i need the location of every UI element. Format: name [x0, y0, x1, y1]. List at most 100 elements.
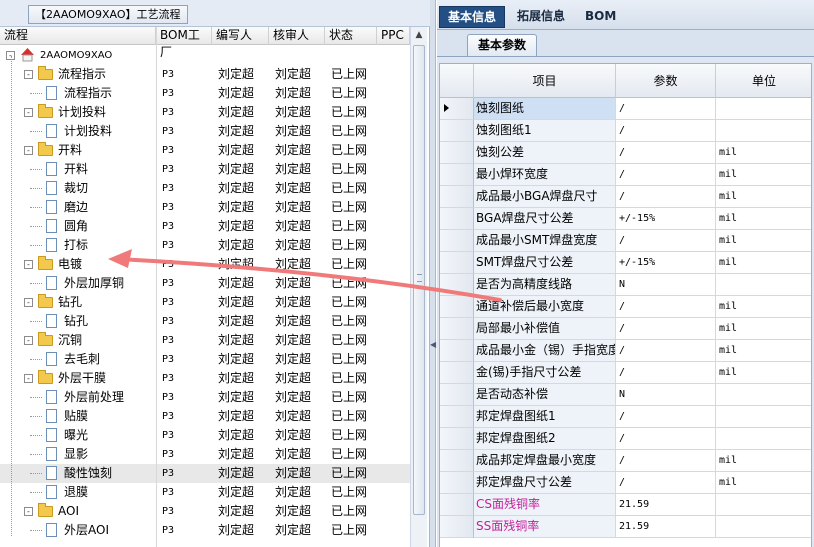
- tree-node[interactable]: - 钻孔: [0, 293, 156, 312]
- collapse-toggle-icon[interactable]: -: [24, 507, 33, 516]
- column-header-process[interactable]: 流程: [0, 27, 156, 45]
- param-unit-cell[interactable]: [716, 406, 811, 428]
- row-header[interactable]: [440, 450, 474, 472]
- tree-row[interactable]: 钻孔 P3 刘定超 刘定超 已上网: [0, 312, 410, 331]
- param-row[interactable]: 蚀刻图纸 /: [440, 98, 811, 120]
- tree-node[interactable]: 外层AOI: [0, 521, 156, 540]
- tree-row[interactable]: - AOI P3 刘定超 刘定超 已上网: [0, 502, 410, 521]
- param-unit-cell[interactable]: mil: [716, 230, 811, 252]
- row-header[interactable]: [440, 164, 474, 186]
- param-value-cell[interactable]: /: [616, 450, 716, 472]
- tree-row[interactable]: 开料 P3 刘定超 刘定超 已上网: [0, 160, 410, 179]
- param-row[interactable]: 邦定焊盘图纸1/: [440, 406, 811, 428]
- tree-node[interactable]: - 沉铜: [0, 331, 156, 350]
- tree-node[interactable]: 去毛刺: [0, 350, 156, 369]
- row-header[interactable]: [440, 362, 474, 384]
- row-header[interactable]: [440, 252, 474, 274]
- tree-row[interactable]: 外层前处理 P3 刘定超 刘定超 已上网: [0, 388, 410, 407]
- tree-row[interactable]: - 流程指示 P3 刘定超 刘定超 已上网: [0, 65, 410, 84]
- param-unit-cell[interactable]: mil: [716, 472, 811, 494]
- param-unit-cell[interactable]: [716, 494, 811, 516]
- row-header[interactable]: [440, 120, 474, 142]
- tree-row[interactable]: - 计划投料 P3 刘定超 刘定超 已上网: [0, 103, 410, 122]
- param-value-cell[interactable]: /: [616, 186, 716, 208]
- row-header[interactable]: [440, 494, 474, 516]
- collapse-toggle-icon[interactable]: -: [24, 298, 33, 307]
- row-header[interactable]: [440, 296, 474, 318]
- collapse-toggle-icon[interactable]: -: [24, 108, 33, 117]
- column-header-status[interactable]: 状态: [325, 27, 377, 45]
- param-value-cell[interactable]: 21.59: [616, 516, 716, 538]
- param-row[interactable]: SMT焊盘尺寸公差 +/-15% mil: [440, 252, 811, 274]
- row-header[interactable]: [440, 384, 474, 406]
- tree-row[interactable]: 退膜 P3 刘定超 刘定超 已上网: [0, 483, 410, 502]
- tree-node[interactable]: 显影: [0, 445, 156, 464]
- tree-row[interactable]: 圆角 P3 刘定超 刘定超 已上网: [0, 217, 410, 236]
- param-value-cell[interactable]: /: [616, 98, 716, 120]
- tree-row[interactable]: 显影 P3 刘定超 刘定超 已上网: [0, 445, 410, 464]
- param-row[interactable]: 金(锡)手指尺寸公差 / mil: [440, 362, 811, 384]
- tree-node[interactable]: - AOI: [0, 502, 156, 521]
- tree-node[interactable]: 酸性蚀刻: [0, 464, 156, 483]
- param-value-cell[interactable]: /: [616, 164, 716, 186]
- param-row[interactable]: 蚀刻图纸1/: [440, 120, 811, 142]
- param-unit-cell[interactable]: mil: [716, 318, 811, 340]
- param-unit-cell[interactable]: mil: [716, 142, 811, 164]
- tree-row[interactable]: 计划投料 P3 刘定超 刘定超 已上网: [0, 122, 410, 141]
- column-header-reviewer[interactable]: 核审人: [269, 27, 325, 45]
- tree-row[interactable]: - 开料 P3 刘定超 刘定超 已上网: [0, 141, 410, 160]
- tree-row[interactable]: 去毛刺 P3 刘定超 刘定超 已上网: [0, 350, 410, 369]
- param-unit-cell[interactable]: mil: [716, 296, 811, 318]
- param-row[interactable]: 成品最小SMT焊盘宽度 / mil: [440, 230, 811, 252]
- tree-node[interactable]: 贴膜: [0, 407, 156, 426]
- param-unit-cell[interactable]: [716, 120, 811, 142]
- row-header[interactable]: [440, 98, 474, 120]
- tree-node[interactable]: 打标: [0, 236, 156, 255]
- row-header[interactable]: [440, 340, 474, 362]
- column-header-ppc[interactable]: PPC: [377, 27, 410, 45]
- param-unit-cell[interactable]: [716, 516, 811, 538]
- row-header[interactable]: [440, 428, 474, 450]
- tree-node[interactable]: 圆角: [0, 217, 156, 236]
- tree-row[interactable]: 酸性蚀刻 P3 刘定超 刘定超 已上网: [0, 464, 410, 483]
- tree-node[interactable]: - 外层干膜: [0, 369, 156, 388]
- panel-splitter[interactable]: ◀: [430, 0, 436, 547]
- row-header[interactable]: [440, 142, 474, 164]
- tree-row[interactable]: - 电镀 P3 刘定超 刘定超 已上网: [0, 255, 410, 274]
- row-header[interactable]: [440, 406, 474, 428]
- param-row[interactable]: 局部最小补偿值 / mil: [440, 318, 811, 340]
- param-row[interactable]: 成品最小BGA焊盘尺寸 / mil: [440, 186, 811, 208]
- param-row[interactable]: 邦定焊盘图纸2/: [440, 428, 811, 450]
- tree-row[interactable]: - 钻孔 P3 刘定超 刘定超 已上网: [0, 293, 410, 312]
- param-row[interactable]: BGA焊盘尺寸公差 +/-15% mil: [440, 208, 811, 230]
- collapse-toggle-icon[interactable]: -: [24, 70, 33, 79]
- tree-node[interactable]: - 流程指示: [0, 65, 156, 84]
- tree-node[interactable]: 开料: [0, 160, 156, 179]
- tree-node[interactable]: 磨边: [0, 198, 156, 217]
- param-unit-cell[interactable]: [716, 98, 811, 120]
- column-header-bom-factory[interactable]: BOM工厂: [156, 27, 212, 59]
- column-header-writer[interactable]: 编写人: [212, 27, 269, 45]
- tree-row[interactable]: 打标 P3 刘定超 刘定超 已上网: [0, 236, 410, 255]
- param-row[interactable]: 邦定焊盘尺寸公差 / mil: [440, 472, 811, 494]
- param-row[interactable]: 是否为高精度线路 N: [440, 274, 811, 296]
- tree-row[interactable]: 裁切 P3 刘定超 刘定超 已上网: [0, 179, 410, 198]
- collapse-toggle-icon[interactable]: -: [24, 374, 33, 383]
- row-header[interactable]: [440, 186, 474, 208]
- tree-node[interactable]: 外层加厚铜: [0, 274, 156, 293]
- collapse-toggle-icon[interactable]: -: [24, 146, 33, 155]
- tree-node[interactable]: - 开料: [0, 141, 156, 160]
- row-header[interactable]: [440, 230, 474, 252]
- column-header-unit[interactable]: 单位: [716, 64, 811, 98]
- tree-node[interactable]: 钻孔: [0, 312, 156, 331]
- param-row[interactable]: 成品最小金（锡）手指宽度 / mil: [440, 340, 811, 362]
- param-value-cell[interactable]: +/-15%: [616, 252, 716, 274]
- param-value-cell[interactable]: /: [616, 318, 716, 340]
- param-unit-cell[interactable]: mil: [716, 362, 811, 384]
- param-value-cell[interactable]: /: [616, 296, 716, 318]
- tree-node[interactable]: 裁切: [0, 179, 156, 198]
- row-header[interactable]: [440, 274, 474, 296]
- tree-node[interactable]: -2AAOMO9XAO: [0, 46, 156, 65]
- row-header[interactable]: [440, 208, 474, 230]
- tree-node[interactable]: - 电镀: [0, 255, 156, 274]
